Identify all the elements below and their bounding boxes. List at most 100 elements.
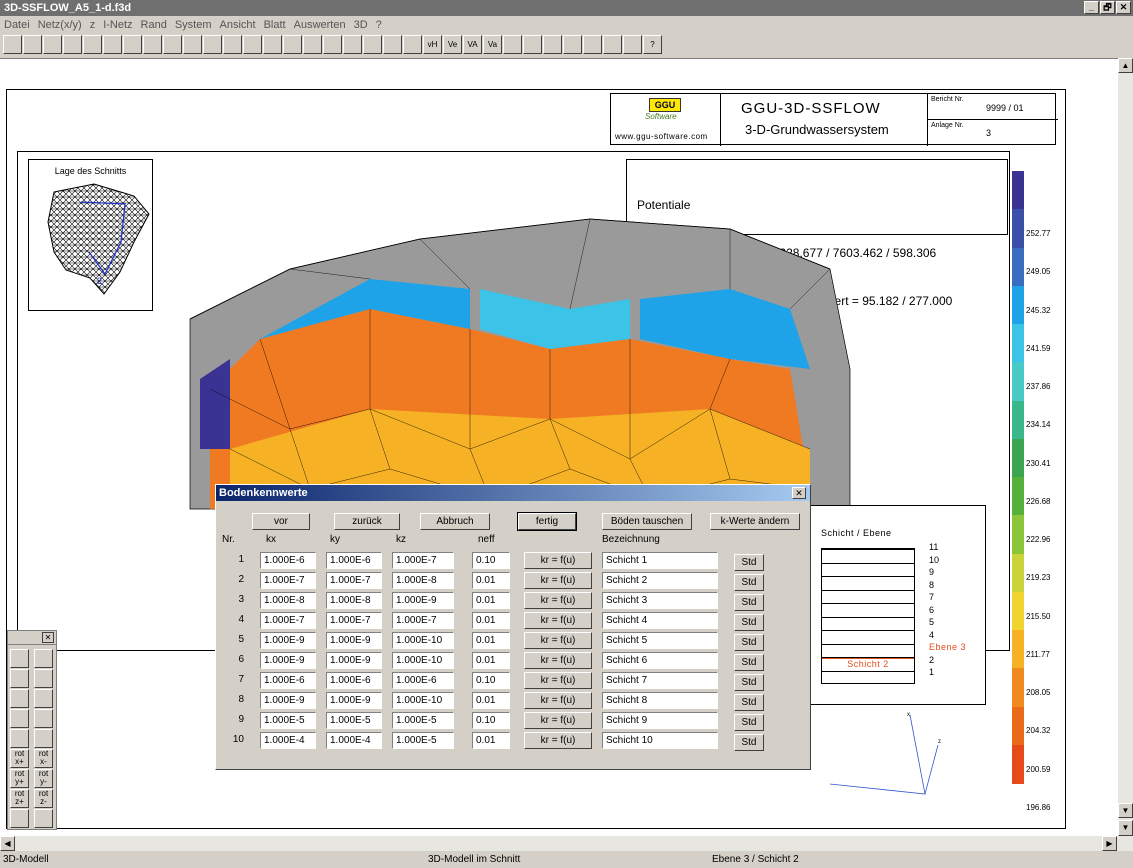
toolbar-open-button[interactable] [23, 35, 42, 54]
std-button[interactable]: Std [734, 574, 764, 591]
bezeichnung-field[interactable]: Schicht 6 [602, 652, 718, 669]
fertig-button[interactable]: fertig [517, 512, 577, 531]
ky-field[interactable]: 1.000E-9 [326, 632, 382, 649]
kz-field[interactable]: 1.000E-5 [392, 732, 454, 749]
ky-field[interactable]: 1.000E-7 [326, 572, 382, 589]
neff-field[interactable]: 0.01 [472, 612, 510, 629]
bezeichnung-field[interactable]: Schicht 5 [602, 632, 718, 649]
neff-field[interactable]: 0.01 [472, 692, 510, 709]
kz-field[interactable]: 1.000E-8 [392, 572, 454, 589]
kz-field[interactable]: 1.000E-10 [392, 692, 454, 709]
bezeichnung-field[interactable]: Schicht 9 [602, 712, 718, 729]
toolbar-wave-button[interactable] [543, 35, 562, 54]
ky-field[interactable]: 1.000E-6 [326, 672, 382, 689]
kr-function-button[interactable]: kr = f(u) [524, 572, 592, 589]
kr-function-button[interactable]: kr = f(u) [524, 552, 592, 569]
palette-button-9[interactable] [34, 729, 53, 748]
toolbar-table-button[interactable]: Va [483, 35, 502, 54]
kr-function-button[interactable]: kr = f(u) [524, 732, 592, 749]
palette-button-14[interactable]: rot z+ [10, 789, 29, 808]
toolbar-redo-button[interactable] [603, 35, 622, 54]
toolbar-save-button[interactable] [43, 35, 62, 54]
dialog-close-button[interactable]: ✕ [792, 487, 806, 499]
palette-button-6[interactable] [10, 709, 29, 728]
neff-field[interactable]: 0.01 [472, 652, 510, 669]
std-button[interactable]: Std [734, 674, 764, 691]
kr-function-button[interactable]: kr = f(u) [524, 692, 592, 709]
menu-auswerten[interactable]: Auswerten [290, 16, 350, 34]
boeden-tauschen-button[interactable]: Böden tauschen [602, 513, 692, 530]
palette-button-2[interactable] [10, 669, 29, 688]
toolbar-new-button[interactable] [3, 35, 22, 54]
std-button[interactable]: Std [734, 694, 764, 711]
neff-field[interactable]: 0.10 [472, 672, 510, 689]
kr-function-button[interactable]: kr = f(u) [524, 652, 592, 669]
menu-system[interactable]: System [171, 16, 216, 34]
restore-button[interactable]: 🗗 [1100, 1, 1115, 14]
kx-field[interactable]: 1.000E-6 [260, 672, 316, 689]
palette-button-7[interactable] [34, 709, 53, 728]
toolbar-down-button[interactable] [143, 35, 162, 54]
toolbar-vh-button[interactable] [403, 35, 422, 54]
toolbar-polygon-button[interactable] [343, 35, 362, 54]
neff-field[interactable]: 0.01 [472, 572, 510, 589]
ky-field[interactable]: 1.000E-4 [326, 732, 382, 749]
palette-close-button[interactable]: ✕ [42, 632, 54, 643]
selected-layer[interactable]: Schicht 2 [822, 658, 914, 671]
neff-field[interactable]: 0.01 [472, 592, 510, 609]
palette-button-5[interactable] [34, 689, 53, 708]
kz-field[interactable]: 1.000E-10 [392, 652, 454, 669]
close-button[interactable]: ✕ [1116, 1, 1131, 14]
std-button[interactable]: Std [734, 714, 764, 731]
menu-netz[interactable]: Netz(x/y) [34, 16, 86, 34]
palette-button-17[interactable] [34, 809, 53, 828]
horizontal-scrollbar[interactable]: ◀ ▶ [0, 836, 1133, 851]
std-button[interactable]: Std [734, 614, 764, 631]
menu-blatt[interactable]: Blatt [260, 16, 290, 34]
ky-field[interactable]: 1.000E-5 [326, 712, 382, 729]
palette-button-12[interactable]: rot y+ [10, 769, 29, 788]
scroll-left-arrow[interactable]: ◀ [0, 836, 15, 851]
scroll-down-arrow[interactable]: ▼ [1118, 803, 1133, 818]
toolbar-ve-button[interactable]: vH [423, 35, 442, 54]
toolbar-filter-button[interactable] [103, 35, 122, 54]
palette-button-16[interactable] [10, 809, 29, 828]
palette-button-0[interactable] [10, 649, 29, 668]
kz-field[interactable]: 1.000E-9 [392, 592, 454, 609]
ky-field[interactable]: 1.000E-9 [326, 652, 382, 669]
palette-button-1[interactable] [34, 649, 53, 668]
toolbar-list-button[interactable] [123, 35, 142, 54]
toolbar-help-button[interactable]: ? [643, 35, 662, 54]
toolbar-print-button[interactable] [83, 35, 102, 54]
palette-button-3[interactable] [34, 669, 53, 688]
toolbar-save-as-button[interactable] [63, 35, 82, 54]
ky-field[interactable]: 1.000E-8 [326, 592, 382, 609]
menu-3d[interactable]: 3D [350, 16, 372, 34]
kx-field[interactable]: 1.000E-5 [260, 712, 316, 729]
vor-button[interactable]: vor [252, 513, 310, 530]
neff-field[interactable]: 0.10 [472, 552, 510, 569]
kx-field[interactable]: 1.000E-7 [260, 612, 316, 629]
menu-datei[interactable]: Datei [0, 16, 34, 34]
std-button[interactable]: Std [734, 654, 764, 671]
scroll-right-arrow[interactable]: ▶ [1102, 836, 1117, 851]
minimize-button[interactable]: _ [1084, 1, 1099, 14]
kx-field[interactable]: 1.000E-4 [260, 732, 316, 749]
toolbar-zoom-in-button[interactable] [243, 35, 262, 54]
toolbar-undo-button[interactable] [583, 35, 602, 54]
toolbar-dots-button[interactable] [383, 35, 402, 54]
kz-field[interactable]: 1.000E-6 [392, 672, 454, 689]
palette-button-11[interactable]: rot x- [34, 749, 53, 768]
kx-field[interactable]: 1.000E-7 [260, 572, 316, 589]
kr-function-button[interactable]: kr = f(u) [524, 632, 592, 649]
toolbar-blank-button[interactable] [623, 35, 642, 54]
kz-field[interactable]: 1.000E-7 [392, 612, 454, 629]
bezeichnung-field[interactable]: Schicht 10 [602, 732, 718, 749]
kz-field[interactable]: 1.000E-7 [392, 552, 454, 569]
bezeichnung-field[interactable]: Schicht 3 [602, 592, 718, 609]
toolbar-va-upper-button[interactable]: Ve [443, 35, 462, 54]
kr-function-button[interactable]: kr = f(u) [524, 672, 592, 689]
kx-field[interactable]: 1.000E-9 [260, 692, 316, 709]
toolbar-wave2-button[interactable] [563, 35, 582, 54]
menu-z[interactable]: z [86, 16, 100, 34]
